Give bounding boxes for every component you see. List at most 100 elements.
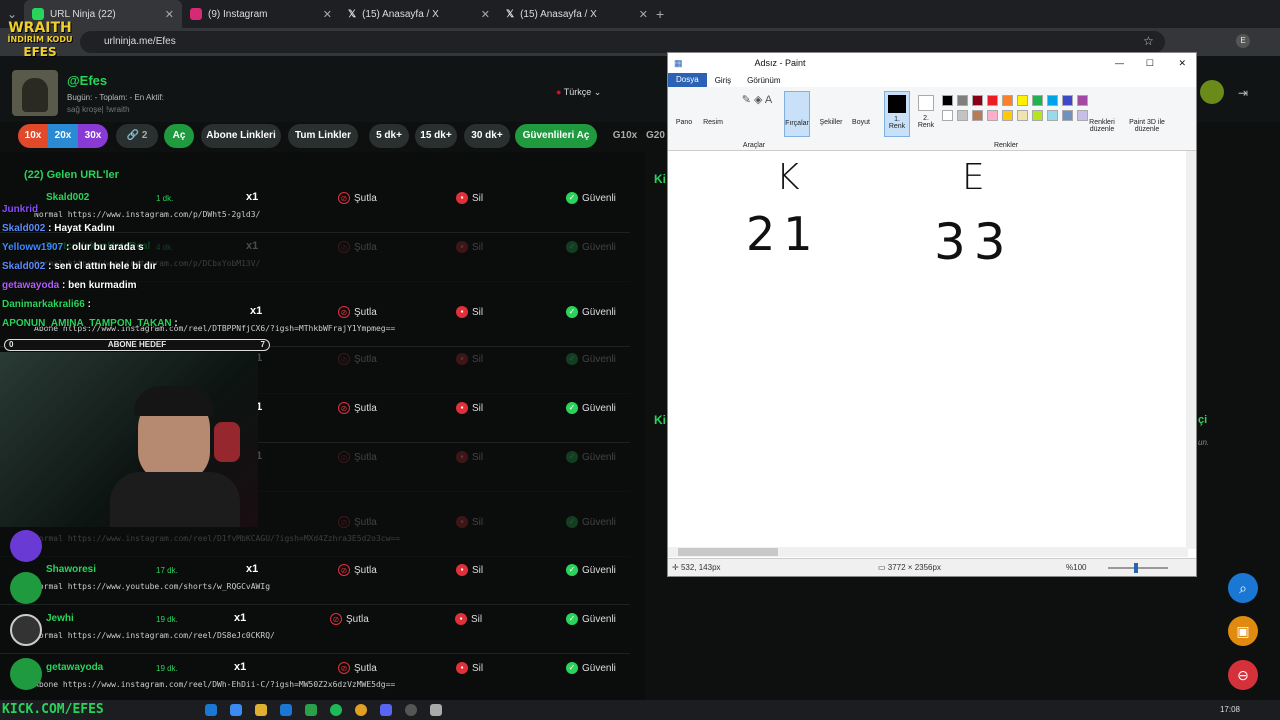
menu-file[interactable]: Dosya	[668, 73, 707, 87]
filter-15min-button[interactable]: 15 dk+	[415, 124, 457, 148]
color-swatch[interactable]	[1077, 95, 1088, 106]
explorer-icon[interactable]	[255, 704, 267, 716]
edit-colors-button[interactable]: Renkleri düzenle	[1084, 119, 1120, 133]
image-group[interactable]: Resim	[700, 119, 726, 126]
close-tab-icon[interactable]: ✕	[165, 8, 174, 21]
color-swatch[interactable]	[942, 110, 953, 121]
paint3d-button[interactable]: Paint 3D ile düzenle	[1122, 119, 1172, 133]
color-swatch[interactable]	[1017, 95, 1028, 106]
paint-canvas[interactable]: K E 21 33	[668, 151, 1188, 549]
skip-button[interactable]: ⊘ Şutla	[338, 241, 377, 253]
maximize-button[interactable]: ☐	[1146, 58, 1154, 69]
safe-button[interactable]: ✓ Güvenli	[566, 192, 616, 204]
skip-button[interactable]: ⊘ Şutla	[338, 402, 377, 414]
delete-button[interactable]: ▪ Sil	[456, 402, 483, 414]
tools-icons[interactable]: ✎ ◈ A	[734, 93, 780, 106]
tab-search-icon[interactable]: ⌄	[0, 7, 24, 21]
safe-button[interactable]: ✓ Güvenli	[566, 353, 616, 365]
menu-view[interactable]: Görünüm	[739, 76, 788, 85]
skip-button[interactable]: ⊘ Şutla	[330, 613, 369, 625]
bookmark-star-icon[interactable]: ☆	[1143, 34, 1154, 48]
delete-button[interactable]: ▪ Sil	[456, 564, 483, 576]
delete-button[interactable]: ▪ Sil	[456, 241, 483, 253]
color-swatch[interactable]	[972, 110, 983, 121]
row-url[interactable]: Abone https://www.instagram.com/reel/DWh…	[34, 680, 395, 689]
safe-button[interactable]: ✓ Güvenli	[566, 516, 616, 528]
row-url[interactable]: Normal https://www.instagram.com/reel/D1…	[34, 534, 400, 543]
safe-button[interactable]: ✓ Güvenli	[566, 564, 616, 576]
search-icon[interactable]: ⌕	[1228, 573, 1258, 603]
delete-button[interactable]: ▪ Sil	[456, 451, 483, 463]
skip-button[interactable]: ⊘ Şutla	[338, 451, 377, 463]
subscriber-links-button[interactable]: Abone Linkleri	[201, 124, 281, 148]
row-url[interactable]: Normal https://www.youtube.com/shorts/w_…	[34, 582, 270, 591]
filter-10x-button[interactable]: 10x	[18, 124, 48, 148]
skip-button[interactable]: ⊘ Şutla	[338, 662, 377, 674]
outlook-icon[interactable]	[280, 704, 292, 716]
delete-button[interactable]: ▪ Sil	[456, 192, 483, 204]
close-button[interactable]: ✕	[1178, 58, 1186, 69]
link-count-button[interactable]: 🔗 2	[116, 124, 158, 148]
safe-button[interactable]: ✓ Güvenli	[566, 241, 616, 253]
kick-pause-button[interactable]	[1200, 80, 1224, 104]
spotify-icon[interactable]	[330, 704, 342, 716]
menu-home[interactable]: Giriş	[707, 76, 739, 85]
language-select[interactable]: ● Türkçe ⌄	[556, 87, 601, 98]
color-swatch[interactable]	[1032, 95, 1043, 106]
close-tab-icon[interactable]: ✕	[481, 8, 490, 21]
shapes-button[interactable]: Şekiller	[818, 119, 844, 126]
vertical-scrollbar[interactable]	[1186, 151, 1196, 549]
chrome-icon[interactable]	[355, 704, 367, 716]
color-swatch[interactable]	[987, 95, 998, 106]
safe-button[interactable]: ✓ Güvenli	[566, 451, 616, 463]
brushes-button[interactable]: Fırçalar	[784, 91, 810, 137]
logout-icon[interactable]: ⇥	[1238, 86, 1248, 100]
tab-x-1[interactable]: 𝕏 (15) Anasayfa / X ✕	[340, 0, 498, 28]
color-swatch[interactable]	[957, 110, 968, 121]
color-swatch[interactable]	[1032, 110, 1043, 121]
row-url[interactable]: Normal https://www.instagram.com/reel/DS…	[34, 631, 275, 640]
safe-button[interactable]: ✓ Güvenli	[566, 402, 616, 414]
size-button[interactable]: Boyut	[848, 119, 874, 126]
new-tab-button[interactable]: +	[656, 6, 676, 22]
color1-button[interactable]: 1. Renk	[884, 91, 910, 137]
color-swatch[interactable]	[942, 95, 953, 106]
filter-g10x-button[interactable]: G10x	[606, 124, 644, 148]
edge-icon[interactable]	[230, 704, 242, 716]
skip-button[interactable]: ⊘ Şutla	[338, 353, 377, 365]
color-swatch[interactable]	[987, 110, 998, 121]
color-swatch[interactable]	[1002, 95, 1013, 106]
safe-button[interactable]: ✓ Güvenli	[566, 306, 616, 318]
close-tab-icon[interactable]: ✕	[323, 8, 332, 21]
open-button[interactable]: Aç	[164, 124, 194, 148]
color-swatch[interactable]	[1002, 110, 1013, 121]
horizontal-scrollbar[interactable]	[668, 547, 1188, 557]
windows-start-icon[interactable]	[205, 704, 217, 716]
filter-30x-button[interactable]: 30x	[78, 124, 108, 148]
safe-button[interactable]: ✓ Güvenli	[566, 613, 616, 625]
close-tab-icon[interactable]: ✕	[639, 8, 648, 21]
delete-button[interactable]: ▪ Sil	[456, 662, 483, 674]
open-safe-button[interactable]: Güvenlileri Aç	[515, 124, 597, 148]
delete-button[interactable]: ▪ Sil	[455, 613, 482, 625]
discord-icon[interactable]	[380, 704, 392, 716]
skip-button[interactable]: ⊘ Şutla	[338, 564, 377, 576]
safe-button[interactable]: ✓ Güvenli	[566, 662, 616, 674]
filter-5min-button[interactable]: 5 dk+	[369, 124, 409, 148]
gift-icon[interactable]: ▣	[1228, 616, 1258, 646]
paint-taskbar-icon[interactable]	[430, 704, 442, 716]
color-swatch[interactable]	[972, 95, 983, 106]
minimize-button[interactable]: —	[1115, 58, 1124, 68]
tab-instagram[interactable]: (9) Instagram ✕	[182, 0, 340, 28]
delete-button[interactable]: ▪ Sil	[456, 353, 483, 365]
color-swatch[interactable]	[1062, 110, 1073, 121]
clipboard-group[interactable]: Pano	[672, 119, 696, 126]
skip-button[interactable]: ⊘ Şutla	[338, 306, 377, 318]
profile-avatar[interactable]: E	[1236, 34, 1250, 48]
color-swatch[interactable]	[1047, 95, 1058, 106]
skip-button[interactable]: ⊘ Şutla	[338, 516, 377, 528]
tab-x-2[interactable]: 𝕏 (15) Anasayfa / X ✕	[498, 0, 656, 28]
delete-button[interactable]: ▪ Sil	[456, 306, 483, 318]
color-swatch[interactable]	[1017, 110, 1028, 121]
color-swatch[interactable]	[1047, 110, 1058, 121]
